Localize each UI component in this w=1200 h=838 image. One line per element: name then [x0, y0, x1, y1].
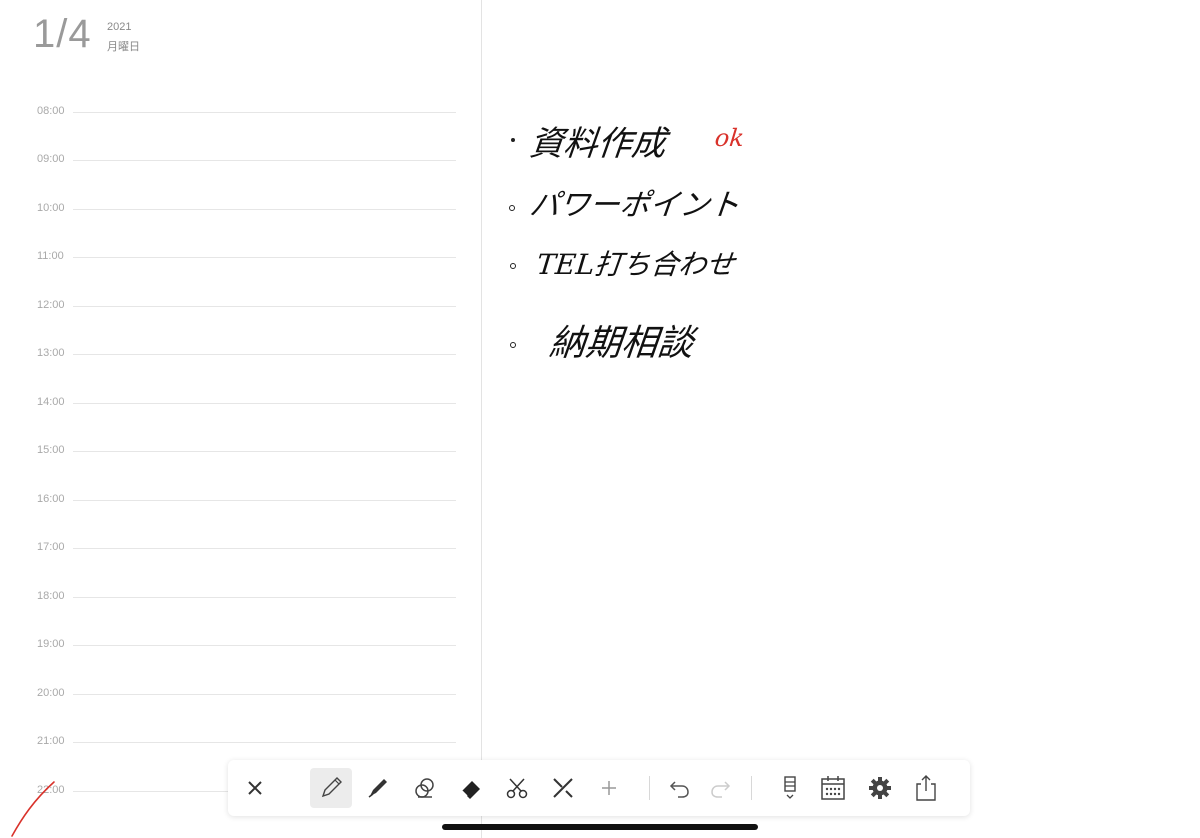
hour-label: 19:00	[37, 638, 65, 650]
hour-row[interactable]: 12:00	[0, 299, 481, 319]
hour-row[interactable]: 14:00	[0, 396, 481, 416]
hour-line	[73, 451, 456, 452]
bullet-dot	[511, 138, 515, 142]
hour-row[interactable]: 16:00	[0, 493, 481, 513]
hour-label: 16:00	[37, 493, 65, 505]
note-item-1: 資料作成	[527, 124, 668, 164]
hour-line	[73, 209, 456, 210]
hour-label: 18:00	[37, 590, 65, 602]
hour-row[interactable]: 11:00	[0, 250, 481, 270]
hour-label: 20:00	[37, 687, 65, 699]
note-item-2: パワーポイント	[527, 188, 742, 223]
bullet-dot	[510, 342, 516, 348]
stamp-icon	[415, 778, 434, 798]
hour-row[interactable]: 09:00	[0, 153, 481, 173]
ruler-pen-icon	[553, 778, 573, 798]
redo-button[interactable]	[700, 768, 742, 808]
hour-line	[73, 500, 456, 501]
hour-line	[73, 694, 456, 695]
marker-tool[interactable]	[357, 768, 399, 808]
hour-line	[73, 354, 456, 355]
bullet-dot	[509, 205, 515, 211]
date-year: 2021	[107, 21, 132, 33]
hour-line	[73, 597, 456, 598]
eraser-icon	[461, 781, 480, 799]
hour-row[interactable]: 21:00	[0, 735, 481, 755]
ruler-pen-tool[interactable]	[542, 768, 584, 808]
close-icon	[248, 781, 262, 795]
hour-row[interactable]: 20:00	[0, 687, 481, 707]
hour-line	[73, 257, 456, 258]
hour-label: 14:00	[37, 396, 65, 408]
toolbar-divider	[751, 776, 752, 800]
hour-label: 13:00	[37, 347, 65, 359]
hour-row[interactable]: 10:00	[0, 202, 481, 222]
hour-line	[73, 160, 456, 161]
daily-schedule-panel: 1/4 2021 月曜日 08:00 09:00 10:00 11:00 12:…	[0, 0, 482, 838]
hour-label: 11:00	[37, 250, 64, 262]
undo-button[interactable]	[658, 768, 700, 808]
scissors-icon	[506, 778, 528, 799]
note-item-3: TEL打ち合わせ	[535, 248, 737, 281]
date-weekday: 月曜日	[107, 41, 140, 53]
close-button[interactable]	[234, 768, 276, 808]
day-view-button[interactable]	[769, 768, 811, 808]
hour-line	[73, 403, 456, 404]
planner-page: 1/4 2021 月曜日 08:00 09:00 10:00 11:00 12:…	[0, 0, 1200, 838]
redo-icon	[711, 781, 731, 798]
hour-label: 15:00	[37, 444, 65, 456]
hour-label: 12:00	[37, 299, 65, 311]
home-indicator[interactable]	[442, 824, 758, 830]
hour-label: 09:00	[37, 153, 65, 165]
drawing-toolbar	[228, 760, 970, 816]
marker-icon	[368, 779, 387, 798]
hour-label: 08:00	[37, 105, 65, 117]
toolbar-divider	[649, 776, 650, 800]
hour-row[interactable]: 17:00	[0, 541, 481, 561]
hour-row[interactable]: 08:00	[0, 105, 481, 125]
hour-row[interactable]: 15:00	[0, 444, 481, 464]
hour-line	[73, 112, 456, 113]
stamp-tool[interactable]	[404, 768, 446, 808]
plus-icon	[602, 781, 616, 795]
add-tool-button[interactable]	[588, 768, 630, 808]
share-icon	[916, 775, 936, 801]
hour-label: 21:00	[37, 735, 65, 747]
hour-line	[73, 742, 456, 743]
notes-canvas[interactable]: 資料作成 ok パワーポイント TEL打ち合わせ 納期相談	[482, 0, 1200, 838]
undo-icon	[669, 781, 689, 798]
hour-label: 17:00	[37, 541, 65, 553]
gear-icon	[869, 777, 891, 799]
settings-button[interactable]	[859, 768, 901, 808]
red-pen-stroke	[11, 781, 55, 837]
calendar-icon	[821, 776, 845, 800]
hour-row[interactable]: 19:00	[0, 638, 481, 658]
date-day: 1/4	[33, 12, 92, 56]
note-ok-mark: ok	[713, 124, 746, 152]
pencil-icon	[321, 777, 342, 798]
hour-line	[73, 548, 456, 549]
hour-label: 10:00	[37, 202, 65, 214]
hour-row[interactable]: 18:00	[0, 590, 481, 610]
hour-row[interactable]: 13:00	[0, 347, 481, 367]
hour-line	[73, 306, 456, 307]
hour-line	[73, 645, 456, 646]
share-button[interactable]	[905, 768, 947, 808]
eraser-tool[interactable]	[450, 768, 492, 808]
scissors-tool[interactable]	[496, 768, 538, 808]
bullet-dot	[510, 263, 516, 269]
calendar-button[interactable]	[812, 768, 854, 808]
note-item-4: 納期相談	[547, 323, 696, 364]
day-view-icon	[784, 776, 796, 799]
pencil-tool[interactable]	[310, 768, 352, 808]
